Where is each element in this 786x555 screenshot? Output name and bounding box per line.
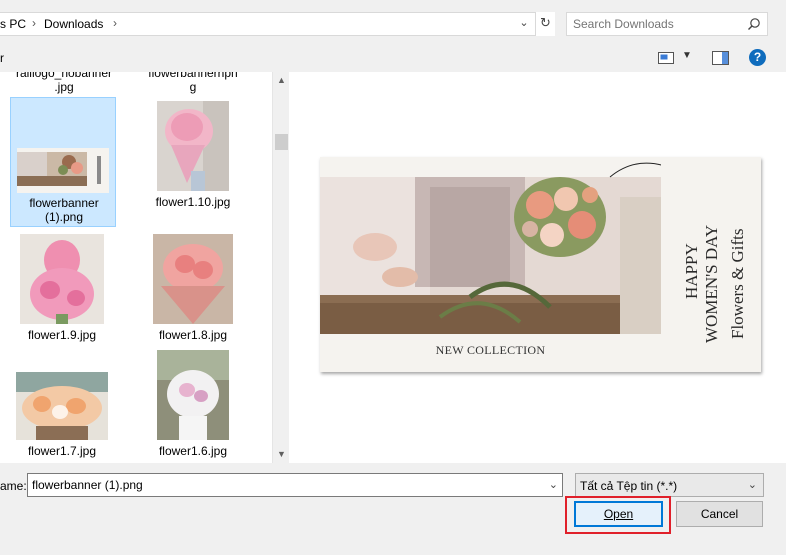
help-icon[interactable]: ? — [749, 49, 766, 66]
file-thumbnail — [20, 234, 104, 324]
list-item[interactable]: flower1.10.jpg — [141, 97, 245, 227]
breadcrumb-separator[interactable]: › — [32, 16, 36, 30]
headline-line-2: WOMEN'S DAY — [702, 225, 721, 343]
file-name: flowerbanner — [29, 196, 99, 210]
file-name: (1).png — [44, 210, 84, 224]
file-thumbnail — [157, 101, 229, 191]
address-history-chevron-down-icon[interactable]: ⌄ — [516, 16, 532, 32]
scrollbar-thumb[interactable] — [275, 134, 288, 150]
file-type-chevron-down-icon: ⌄ — [747, 479, 757, 491]
preview-image: HAPPY WOMEN'S DAY Flowers & Gifts NEW CO… — [320, 157, 761, 372]
address-bar[interactable]: s PC › Downloads › ⌄ — [0, 12, 555, 36]
headline-line-1: HAPPY — [682, 243, 701, 299]
scroll-up-icon[interactable]: ▲ — [273, 72, 290, 89]
list-item[interactable]: flower1.8.jpg — [141, 232, 245, 344]
address-toolbar: s PC › Downloads › ⌄ ↻ — [0, 0, 786, 46]
breadcrumb-this-pc[interactable]: s PC — [0, 17, 26, 31]
file-type-select[interactable]: Tất cả Tệp tin (*.*) ⌄ — [575, 473, 764, 497]
breadcrumb-downloads[interactable]: Downloads — [44, 17, 103, 31]
file-name: g — [189, 80, 197, 94]
open-button[interactable]: Open — [574, 501, 663, 527]
file-list[interactable]: ralllogo_nobanner .jpg flowerbannerhpn g… — [0, 72, 272, 463]
search-box[interactable] — [566, 12, 768, 36]
file-name: flower1.6.jpg — [158, 444, 228, 458]
dialog-footer: ame: ⌄ Tất cả Tệp tin (*.*) ⌄ Open Cance… — [0, 463, 786, 555]
refresh-icon[interactable]: ↻ — [535, 12, 555, 36]
list-item[interactable]: flower1.6.jpg — [141, 348, 245, 460]
file-name-chevron-down-icon[interactable]: ⌄ — [549, 478, 558, 491]
file-open-dialog: s PC › Downloads › ⌄ ↻ r ▼ ? — [0, 0, 786, 555]
search-icon[interactable] — [747, 17, 761, 31]
list-item-selected[interactable]: flowerbanner (1).png — [10, 97, 116, 227]
search-input[interactable] — [573, 17, 743, 31]
list-item[interactable]: flower1.9.jpg — [10, 232, 114, 344]
file-thumbnail — [157, 350, 229, 440]
preview-pane-icon[interactable] — [712, 51, 729, 65]
file-name: flower1.9.jpg — [27, 328, 97, 342]
file-name: .jpg — [54, 80, 74, 94]
headline-line-3: Flowers & Gifts — [728, 229, 747, 340]
file-thumbnail — [16, 372, 108, 440]
file-name-label: ame: — [0, 479, 27, 493]
banner-caption: NEW COLLECTION — [435, 343, 546, 357]
file-thumbnail — [153, 234, 233, 324]
preview-pane: HAPPY WOMEN'S DAY Flowers & Gifts NEW CO… — [289, 72, 786, 463]
file-name: flower1.7.jpg — [27, 444, 97, 458]
breadcrumb-separator[interactable]: › — [113, 16, 117, 30]
banner-headline: HAPPY WOMEN'S DAY Flowers & Gifts — [682, 225, 747, 343]
command-bar: r ▼ ? — [0, 46, 786, 72]
list-item[interactable]: ralllogo_nobanner .jpg — [12, 72, 116, 96]
file-name-combobox[interactable]: ⌄ — [27, 473, 563, 497]
cancel-button[interactable]: Cancel — [676, 501, 763, 527]
file-name: ralllogo_nobanner — [15, 72, 113, 80]
view-options-icon[interactable] — [658, 51, 674, 65]
list-item[interactable]: flower1.7.jpg — [10, 348, 114, 460]
file-name: flowerbannerhpn — [148, 72, 238, 80]
scroll-down-icon[interactable]: ▼ — [273, 446, 290, 463]
list-item[interactable]: flowerbannerhpn g — [141, 72, 245, 96]
view-options-chevron-down-icon[interactable]: ▼ — [682, 50, 692, 61]
file-name-input[interactable] — [32, 478, 532, 492]
organize-menu[interactable]: r — [0, 51, 4, 65]
file-name: flower1.8.jpg — [158, 328, 228, 342]
file-type-value: Tất cả Tệp tin (*.*) — [580, 479, 678, 493]
file-name: flower1.10.jpg — [155, 195, 231, 209]
open-button-label: Open — [603, 507, 634, 521]
file-list-scrollbar[interactable]: ▲ ▼ — [272, 72, 289, 463]
file-thumbnail — [17, 148, 109, 193]
